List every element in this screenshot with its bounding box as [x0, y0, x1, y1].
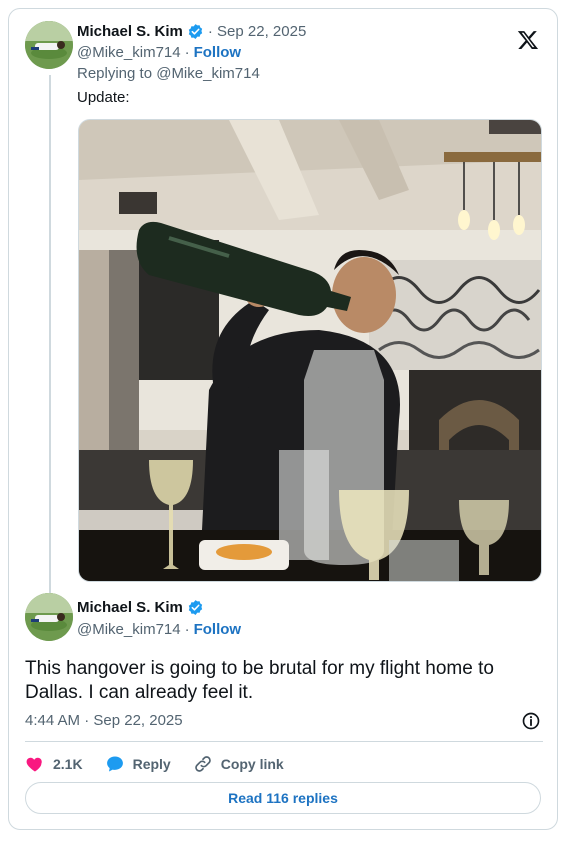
reply-bubble-icon: [106, 756, 123, 772]
tweet-text: This hangover is going to be brutal for …: [25, 658, 494, 703]
parent-handle-row: @Mike_kim714 · Follow: [77, 44, 241, 61]
separator-dot: ·: [184, 44, 190, 61]
verified-badge-icon: [188, 24, 203, 39]
read-replies-button[interactable]: Read 116 replies: [25, 782, 541, 814]
parent-tweet-text: Update:: [77, 89, 130, 106]
author-name[interactable]: Michael S. Kim: [77, 599, 183, 616]
copy-link-label: Copy link: [220, 756, 284, 772]
author-name[interactable]: Michael S. Kim: [77, 23, 183, 40]
avatar-image: [25, 593, 73, 641]
like-button[interactable]: 2.1K: [25, 754, 83, 774]
photo-image: [79, 120, 541, 581]
parent-author-row: Michael S. Kim · Sep 22, 2025: [77, 23, 306, 40]
avatar[interactable]: [25, 593, 73, 641]
follow-button[interactable]: Follow: [194, 44, 242, 61]
embed-author-row: Michael S. Kim: [77, 599, 204, 616]
reply-label: Reply: [132, 756, 171, 772]
reply-button[interactable]: Reply: [105, 754, 171, 774]
heart-icon: [26, 757, 42, 772]
replying-to-label[interactable]: Replying to @Mike_kim714: [77, 65, 260, 82]
info-icon[interactable]: [521, 711, 541, 731]
separator-dot: ·: [184, 621, 190, 638]
thread-line: [49, 75, 51, 597]
avatar-image: [25, 21, 73, 69]
copy-link-button[interactable]: Copy link: [193, 754, 284, 774]
follow-button[interactable]: Follow: [194, 621, 242, 638]
tweet-timestamp[interactable]: 4:44 AM · Sep 22, 2025: [25, 712, 183, 729]
embed-handle-row: @Mike_kim714 · Follow: [77, 621, 241, 638]
verified-badge-icon: [188, 600, 203, 615]
author-handle[interactable]: @Mike_kim714: [77, 621, 181, 638]
tweet-date[interactable]: · Sep 22, 2025: [208, 23, 306, 40]
author-handle[interactable]: @Mike_kim714: [77, 44, 181, 61]
x-logo-icon[interactable]: [517, 29, 539, 51]
divider: [25, 741, 543, 742]
link-icon: [194, 756, 211, 772]
tweet-actions: 2.1K Reply Copy link: [25, 751, 306, 777]
tweet-embed-card: Michael S. Kim · Sep 22, 2025 @Mike_kim7…: [8, 8, 558, 830]
tweet-photo[interactable]: [78, 119, 542, 582]
avatar[interactable]: [25, 21, 73, 69]
like-count: 2.1K: [53, 756, 83, 772]
